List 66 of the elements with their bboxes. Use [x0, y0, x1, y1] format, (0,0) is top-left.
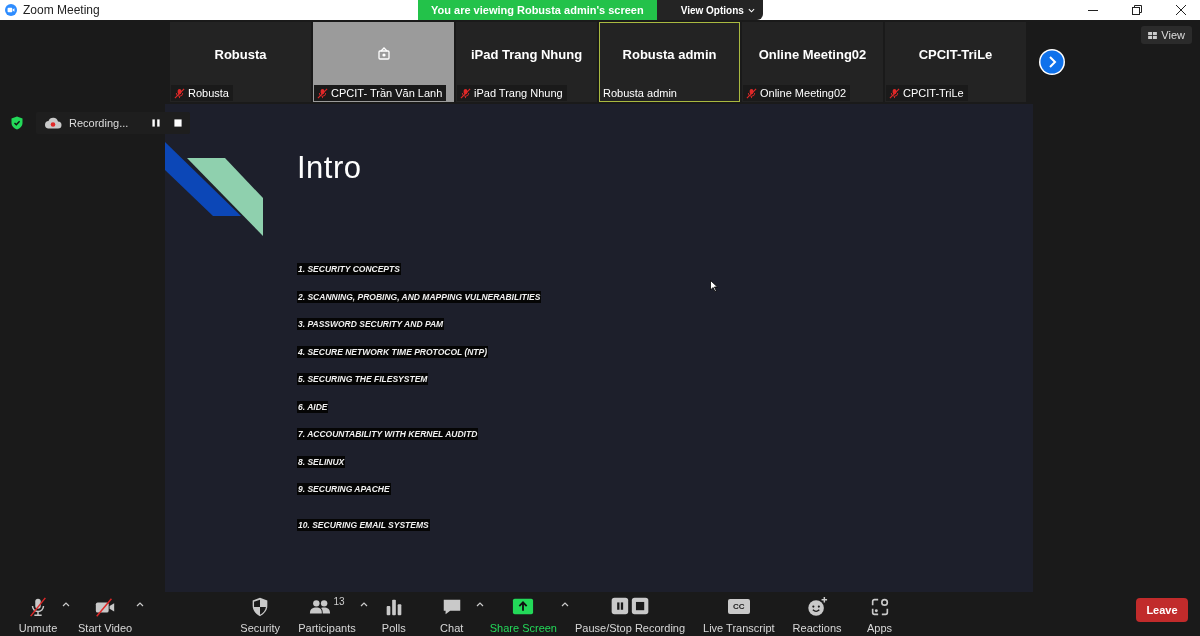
caret-icon[interactable]	[136, 602, 145, 607]
participant-label: Online Meeting02	[760, 87, 847, 99]
participant-count: 13	[333, 596, 345, 607]
participant-label: CPCIT- Trần Văn Lanh	[331, 87, 443, 99]
cloud-record-icon	[44, 117, 62, 129]
toolbar-button[interactable]: CC Live Transcript	[699, 596, 779, 634]
smiley-icon	[806, 596, 829, 618]
participant-name: iPad Trang Nhung	[470, 46, 583, 62]
participant-tile[interactable]: CPCIT- Trần Văn Lanh	[313, 22, 454, 102]
agenda-item: 6. AIDE	[297, 400, 329, 413]
app-logo-icon	[5, 4, 17, 16]
participant-label: Robusta admin	[603, 87, 677, 99]
agenda-item: 10. SECURING EMAIL SYSTEMS	[297, 518, 430, 531]
participant-tile[interactable]: Online Meeting02 Online Meeting02	[742, 22, 883, 102]
participant-tile[interactable]: iPad Trang Nhung iPad Trang Nhung	[456, 22, 597, 102]
toolbar-button[interactable]: Apps	[855, 596, 904, 634]
next-page-button[interactable]	[1038, 48, 1066, 76]
view-options-button[interactable]: View Options	[656, 0, 763, 20]
participant-label: iPad Trang Nhung	[474, 87, 563, 99]
caret-icon[interactable]	[475, 602, 484, 607]
pause-icon[interactable]	[150, 117, 162, 129]
agenda-item: 4. SECURE NETWORK TIME PROTOCOL (NTP)	[297, 345, 489, 358]
restore-icon[interactable]	[1132, 5, 1142, 15]
caret-icon[interactable]	[62, 602, 70, 607]
window-title: Zoom Meeting	[23, 3, 100, 17]
agenda-item: 9. SECURING APACHE	[297, 483, 391, 495]
agenda-item: 3. PASSWORD SECURITY AND PAM	[297, 318, 445, 330]
leave-button[interactable]: Leave	[1136, 598, 1188, 622]
agenda-item: 2. SCANNING, PROBING, AND MAPPING VULNERABILITIES	[297, 290, 542, 303]
participant-tile[interactable]: Robusta Robusta	[170, 22, 311, 102]
participant-tile[interactable]: Robusta admin Robusta admin	[599, 22, 740, 102]
agenda-item: 1. SECURITY CONCEPTS	[297, 263, 401, 275]
agenda-item: 5. SECURING THE FILESYSTEM	[297, 373, 429, 385]
recording-status: Recording...	[69, 117, 130, 129]
toolbar-button[interactable]: Unmute	[14, 596, 62, 634]
participant-name: Robusta	[214, 46, 267, 62]
caret-icon[interactable]	[561, 602, 569, 607]
viewing-banner: You are viewing Robusta admin's screen	[418, 0, 657, 20]
toolbar-button[interactable]: 13 Participants	[294, 596, 360, 634]
toolbar-button[interactable]: Security	[236, 596, 285, 634]
participant-name: CPCIT-TriLe	[918, 46, 993, 62]
stop-icon[interactable]	[172, 117, 184, 129]
toolbar-button[interactable]: Share Screen	[485, 596, 561, 634]
toolbar-button[interactable]: Pause/Stop Recording	[571, 596, 690, 634]
shield-check-icon[interactable]	[10, 116, 24, 130]
participant-tile[interactable]: CPCIT-TriLe CPCIT-TriLe	[885, 22, 1026, 102]
participant-label: Robusta	[188, 87, 229, 99]
view-button[interactable]: View	[1141, 26, 1192, 44]
toolbar-button[interactable]: Reactions	[788, 596, 846, 634]
toolbar-button[interactable]: Polls	[369, 596, 418, 634]
close-icon[interactable]	[1176, 5, 1186, 15]
muted-mic-icon	[27, 596, 49, 618]
cursor-icon	[710, 280, 718, 292]
caret-icon[interactable]	[359, 602, 368, 607]
slide-title: Intro	[297, 150, 362, 186]
participant-label: CPCIT-TriLe	[903, 87, 964, 99]
grid-icon	[1148, 31, 1158, 39]
video-off-icon	[94, 596, 117, 618]
participant-name: Robusta admin	[622, 46, 717, 62]
caret-icon	[747, 7, 755, 13]
toolbar-button[interactable]: Start Video	[74, 596, 137, 634]
toolbar-button[interactable]: Chat	[427, 596, 476, 634]
agenda-item: 8. SELINUX	[297, 455, 346, 468]
participant-name: Online Meeting02	[758, 46, 867, 62]
agenda-item: 7. ACCOUNTABILITY WITH KERNEL AUDITD	[297, 428, 479, 440]
captions-icon: CC	[728, 599, 750, 614]
